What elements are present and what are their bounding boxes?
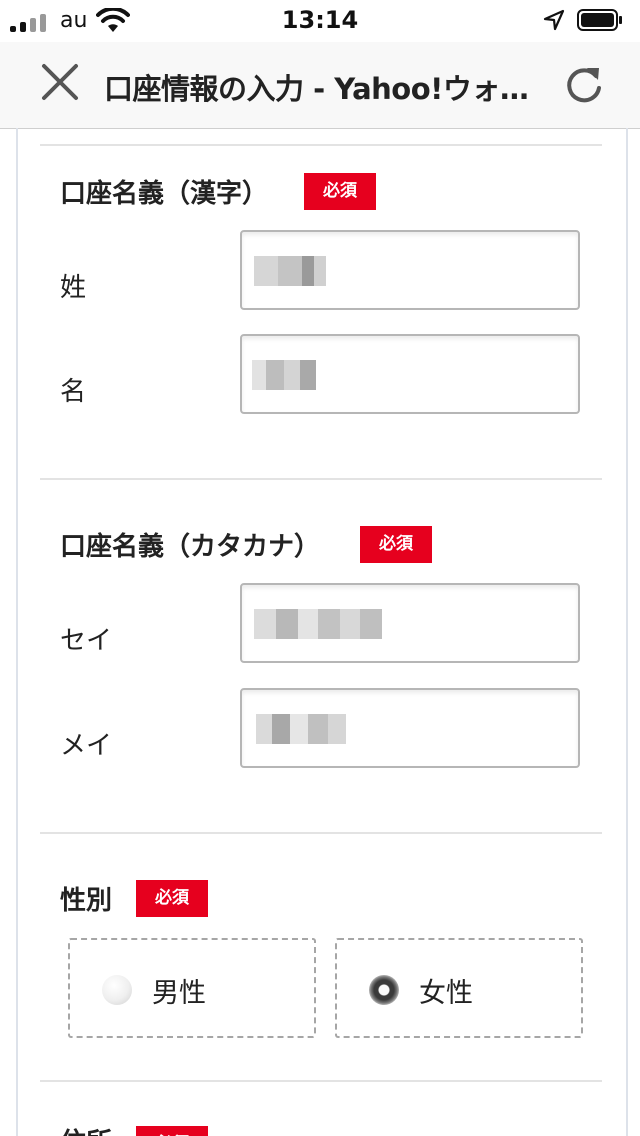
surname-kanji-input[interactable] (240, 230, 580, 310)
section-divider (40, 144, 602, 146)
section-title: 住所 (60, 1122, 112, 1136)
navigation-bar: 口座情報の入力 - Yahoo!ウォ… (0, 42, 640, 129)
radio-unchecked-icon (102, 975, 132, 1005)
close-icon[interactable] (38, 60, 82, 104)
required-badge: 必須 (136, 1126, 208, 1136)
given-name-kanji-input[interactable] (240, 334, 580, 414)
reload-icon[interactable] (563, 64, 605, 106)
section-title: 性別 (60, 886, 113, 916)
battery-icon (577, 9, 622, 31)
field-label-surname: 姓 (60, 273, 87, 303)
form-content: 口座名義（漢字） 必須 姓 名 口座名義（カタカナ） 必須 セイ メイ 性別 必… (16, 128, 628, 1136)
field-label-mei: メイ (60, 731, 113, 761)
masked-value (254, 256, 326, 286)
field-label-sei: セイ (60, 626, 113, 656)
section-title: 口座名義（漢字） (60, 179, 269, 209)
masked-value (256, 714, 346, 744)
gender-option-female[interactable]: 女性 (335, 938, 583, 1038)
radio-label: 男性 (152, 978, 206, 1009)
field-label-given-name: 名 (60, 377, 87, 407)
gender-option-male[interactable]: 男性 (68, 938, 316, 1038)
section-title: 口座名義（カタカナ） (60, 532, 321, 562)
radio-label: 女性 (419, 978, 473, 1009)
given-name-katakana-input[interactable] (240, 688, 580, 768)
status-bar: au 13:14 (0, 0, 640, 42)
location-arrow-icon (543, 9, 565, 31)
section-divider (40, 478, 602, 480)
masked-value (254, 609, 382, 639)
required-badge: 必須 (360, 526, 432, 563)
masked-value (252, 360, 318, 390)
surname-katakana-input[interactable] (240, 583, 580, 663)
page-title: 口座情報の入力 - Yahoo!ウォ… (104, 72, 529, 106)
section-divider (40, 832, 602, 834)
section-divider (40, 1080, 602, 1082)
required-badge: 必須 (136, 880, 208, 917)
radio-checked-icon (369, 975, 399, 1005)
required-badge: 必須 (304, 173, 376, 210)
